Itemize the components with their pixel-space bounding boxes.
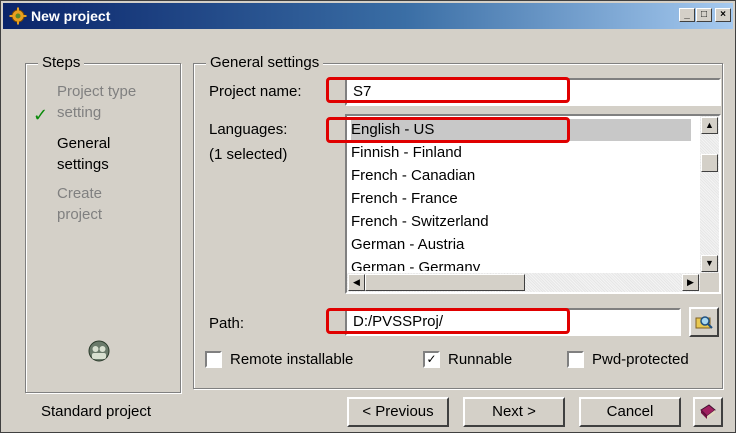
project-name-input[interactable]: S7 [345, 78, 721, 106]
previous-button[interactable]: < Previous [347, 397, 449, 427]
runnable-option[interactable]: ✓ Runnable [423, 351, 512, 368]
list-item[interactable]: French - Canadian [351, 165, 691, 187]
scroll-thumb[interactable] [701, 154, 718, 172]
runnable-checkbox[interactable]: ✓ [423, 351, 440, 368]
users-icon [88, 340, 110, 362]
title-bar[interactable]: New project _ □ × [3, 3, 733, 29]
pwd-protected-label: Pwd-protected [592, 351, 689, 368]
list-item[interactable]: German - Austria [351, 234, 691, 256]
help-book-icon [700, 404, 716, 419]
check-icon: ✓ [33, 105, 49, 125]
minimize-button[interactable]: _ [679, 8, 695, 22]
remote-installable-label: Remote installable [230, 351, 354, 368]
maximize-button[interactable]: □ [696, 8, 712, 22]
scroll-left-button[interactable]: ◀ [348, 274, 365, 291]
runnable-label: Runnable [448, 351, 513, 368]
close-button[interactable]: × [715, 8, 731, 22]
languages-list[interactable]: English - US Finnish - Finland French - … [345, 114, 721, 294]
scroll-right-button[interactable]: ▶ [682, 274, 699, 291]
step-project-type: Project type setting [57, 83, 137, 121]
new-project-dialog: New project _ □ × Steps ✓ Project type s… [0, 0, 736, 433]
gear-icon [9, 7, 27, 25]
languages-label: Languages: [209, 121, 288, 138]
horizontal-scroll-thumb[interactable] [365, 274, 525, 291]
list-horizontal-scrollbar[interactable]: ◀ ▶ [347, 273, 700, 292]
steps-legend: Steps [38, 54, 85, 71]
cancel-button[interactable]: Cancel [579, 397, 681, 427]
remote-installable-option[interactable]: Remote installable [205, 351, 353, 368]
project-name-label: Project name: [209, 83, 302, 100]
path-input[interactable]: D:/PVSSProj/ [345, 308, 681, 336]
list-item[interactable]: French - Switzerland [351, 211, 691, 233]
window-title: New project [31, 8, 111, 24]
remote-installable-checkbox[interactable] [205, 351, 222, 368]
scroll-down-button[interactable]: ▼ [701, 255, 718, 272]
browse-button[interactable] [689, 307, 719, 337]
list-item[interactable]: Finnish - Finland [351, 142, 691, 164]
scroll-up-button[interactable]: ▲ [701, 117, 718, 134]
list-item[interactable]: German - Germany [351, 257, 691, 271]
project-type-label: Standard project [41, 403, 152, 420]
list-item[interactable]: French - France [351, 188, 691, 210]
list-item[interactable]: English - US [351, 119, 691, 141]
next-button[interactable]: Next > [463, 397, 565, 427]
list-vertical-scrollbar[interactable]: ▲ ▼ [700, 116, 719, 273]
step-create-project: Create project [57, 185, 103, 223]
browse-folder-icon [695, 316, 713, 329]
languages-count: (1 selected) [209, 146, 288, 163]
help-button[interactable] [693, 397, 723, 427]
path-label: Path: [209, 315, 245, 332]
step-general-settings: General settings [57, 135, 111, 173]
pwd-protected-option[interactable]: Pwd-protected [567, 351, 689, 368]
pwd-protected-checkbox[interactable] [567, 351, 584, 368]
scrollbar-corner [700, 273, 719, 292]
general-settings-legend: General settings [206, 54, 324, 71]
